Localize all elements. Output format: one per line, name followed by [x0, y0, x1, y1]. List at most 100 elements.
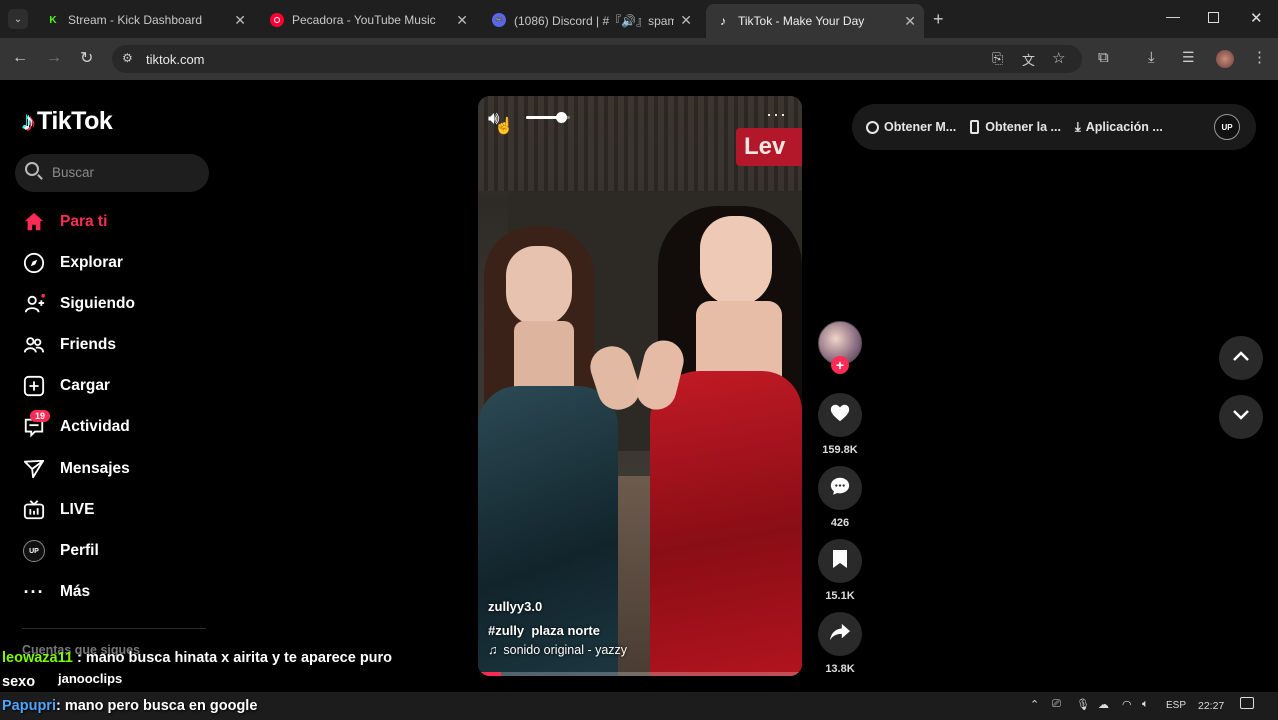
- close-icon[interactable]: ✕: [904, 13, 916, 30]
- profile-avatar-icon[interactable]: [1216, 50, 1234, 68]
- sidebar-item-label: Actividad: [60, 418, 130, 435]
- sidebar-item-label: Friends: [60, 336, 116, 353]
- user-avatar[interactable]: UP: [1214, 114, 1240, 140]
- translate-icon[interactable]: 文: [1022, 50, 1035, 69]
- sidebar-item-siguiendo[interactable]: Siguiendo: [22, 289, 135, 319]
- url-text: tiktok.com: [146, 52, 205, 67]
- chevron-down-icon: [1232, 408, 1250, 426]
- tray-cloud-icon[interactable]: ☁: [1098, 698, 1109, 711]
- save-button[interactable]: [818, 539, 862, 583]
- sidebar-item-label: LIVE: [60, 501, 95, 518]
- tab-kick[interactable]: K Stream - Kick Dashboard ✕: [38, 6, 254, 34]
- browser-menu-icon[interactable]: ⋮: [1252, 48, 1267, 66]
- get-coins-label: Obtener M...: [884, 120, 957, 134]
- desktop-app-button[interactable]: ⤓ Aplicación ...: [1075, 119, 1163, 135]
- tab-tiktok[interactable]: ♪ TikTok - Make Your Day ✕: [706, 4, 924, 38]
- logo-text: TikTok: [37, 107, 113, 135]
- chevron-up-icon: [1232, 349, 1250, 367]
- upload-icon: [22, 374, 46, 398]
- search-input[interactable]: Buscar: [52, 165, 94, 180]
- tab-youtube-music[interactable]: Pecadora - YouTube Music ✕: [262, 6, 476, 34]
- following-icon: [22, 292, 46, 316]
- top-actions-bar: Obtener M... Obtener la ... ⤓ Aplicación…: [852, 104, 1256, 150]
- tab-title: Stream - Kick Dashboard: [68, 13, 203, 27]
- sidebar-item-actividad[interactable]: 19 Actividad: [22, 410, 130, 442]
- get-app-button[interactable]: Obtener la ...: [970, 120, 1061, 134]
- discord-icon: 🎮: [492, 13, 506, 27]
- sidebar-item-label: Mensajes: [60, 460, 130, 477]
- address-bar[interactable]: ⚙ tiktok.com ⎘ 文 ☆: [112, 45, 1082, 73]
- next-video-button[interactable]: [1219, 395, 1263, 439]
- tray-wifi-icon[interactable]: ◠: [1122, 698, 1132, 711]
- video-progress-bar[interactable]: [478, 672, 802, 676]
- video-hashtag[interactable]: #zully: [488, 623, 524, 638]
- chat-message: Papupri: mano pero busca en google: [2, 698, 257, 714]
- install-app-icon[interactable]: ⎘: [992, 50, 1003, 67]
- tiktok-note-icon: ♪: [22, 106, 35, 136]
- close-icon[interactable]: ✕: [456, 12, 468, 29]
- sidebar-item-label: Perfil: [60, 542, 99, 559]
- get-coins-button[interactable]: Obtener M...: [866, 120, 956, 134]
- sidebar-item-label: Cargar: [60, 377, 110, 394]
- extensions-icon[interactable]: ⧉: [1098, 49, 1109, 66]
- back-arrow-icon[interactable]: ←: [12, 49, 28, 67]
- video-caption: #zully plaza norte: [488, 623, 600, 638]
- comment-button[interactable]: [818, 466, 862, 510]
- sidebar-item-para-ti[interactable]: Para ti: [22, 207, 107, 237]
- friends-icon: [22, 333, 46, 357]
- search-box[interactable]: Buscar: [15, 154, 209, 192]
- close-icon[interactable]: ✕: [680, 12, 692, 29]
- tab-title: Pecadora - YouTube Music: [292, 13, 436, 27]
- like-button[interactable]: [818, 393, 862, 437]
- site-info-icon[interactable]: ⚙: [122, 51, 133, 65]
- youtube-music-icon: [270, 13, 284, 27]
- share-button[interactable]: [818, 612, 862, 656]
- close-icon[interactable]: ✕: [234, 12, 246, 29]
- sidebar-item-mensajes[interactable]: Mensajes: [22, 454, 130, 484]
- tray-clock[interactable]: 22:27: [1198, 700, 1224, 712]
- video-options-icon[interactable]: ···: [766, 104, 787, 125]
- volume-slider[interactable]: [526, 112, 570, 123]
- tray-meet-icon[interactable]: ⎚: [1052, 698, 1061, 711]
- comment-count: 426: [830, 517, 850, 529]
- follow-plus-button[interactable]: +: [831, 356, 849, 374]
- like-count: 159.8K: [822, 444, 858, 456]
- chat-message: janooclips: [58, 671, 122, 686]
- download-icon[interactable]: ⤓: [1148, 49, 1155, 66]
- tray-chevron-up-icon[interactable]: ⌃: [1030, 698, 1039, 711]
- minimize-icon[interactable]: —: [1166, 8, 1180, 24]
- tab-title: TikTok - Make Your Day: [738, 14, 865, 28]
- chat-text: janooclips: [58, 671, 123, 686]
- tray-language[interactable]: ESP: [1166, 700, 1186, 711]
- forward-arrow-icon[interactable]: →: [46, 49, 62, 67]
- new-tab-icon[interactable]: +: [933, 9, 944, 30]
- media-control-icon[interactable]: ☰: [1182, 49, 1195, 66]
- sidebar-item-mas[interactable]: ··· Más: [22, 577, 91, 607]
- bookmark-star-icon[interactable]: ☆: [1052, 49, 1065, 67]
- phone-icon: [970, 120, 980, 134]
- restore-icon[interactable]: [1208, 12, 1219, 23]
- tiktok-logo[interactable]: ♪ TikTok: [22, 106, 113, 137]
- notification-icon[interactable]: [1240, 697, 1254, 709]
- sidebar-item-explorar[interactable]: Explorar: [22, 248, 123, 278]
- sidebar-item-perfil[interactable]: UP Perfil: [22, 536, 99, 566]
- download-app-icon: ⤓: [1074, 119, 1081, 134]
- video-sound[interactable]: ♫ sonido original - yazzy: [488, 643, 627, 657]
- sidebar-item-live[interactable]: LIVE: [22, 495, 94, 525]
- share-arrow-icon: [829, 622, 851, 647]
- reload-icon[interactable]: ↻: [80, 48, 93, 68]
- home-icon: [22, 210, 46, 234]
- close-window-icon[interactable]: ✕: [1250, 9, 1263, 27]
- video-username[interactable]: zullyy3.0: [488, 599, 542, 614]
- video-caption-text: plaza norte: [531, 623, 600, 638]
- messages-icon: [22, 457, 46, 481]
- sidebar-item-friends[interactable]: Friends: [22, 330, 116, 360]
- video-player[interactable]: Lev 🔊︎ ··· zullyy3.0 #zully plaza norte: [478, 96, 802, 676]
- previous-video-button[interactable]: [1219, 336, 1263, 380]
- tab-search-button[interactable]: ⌄: [8, 9, 28, 29]
- sidebar-item-cargar[interactable]: Cargar: [22, 371, 110, 401]
- tray-volume-icon[interactable]: 🔈︎: [1142, 698, 1149, 711]
- tab-discord[interactable]: 🎮 (1086) Discord | #『🔊』spam-stre ✕: [484, 6, 700, 34]
- music-note-icon: ♫: [488, 643, 498, 657]
- tray-mic-icon[interactable]: 🎙︎: [1076, 698, 1090, 711]
